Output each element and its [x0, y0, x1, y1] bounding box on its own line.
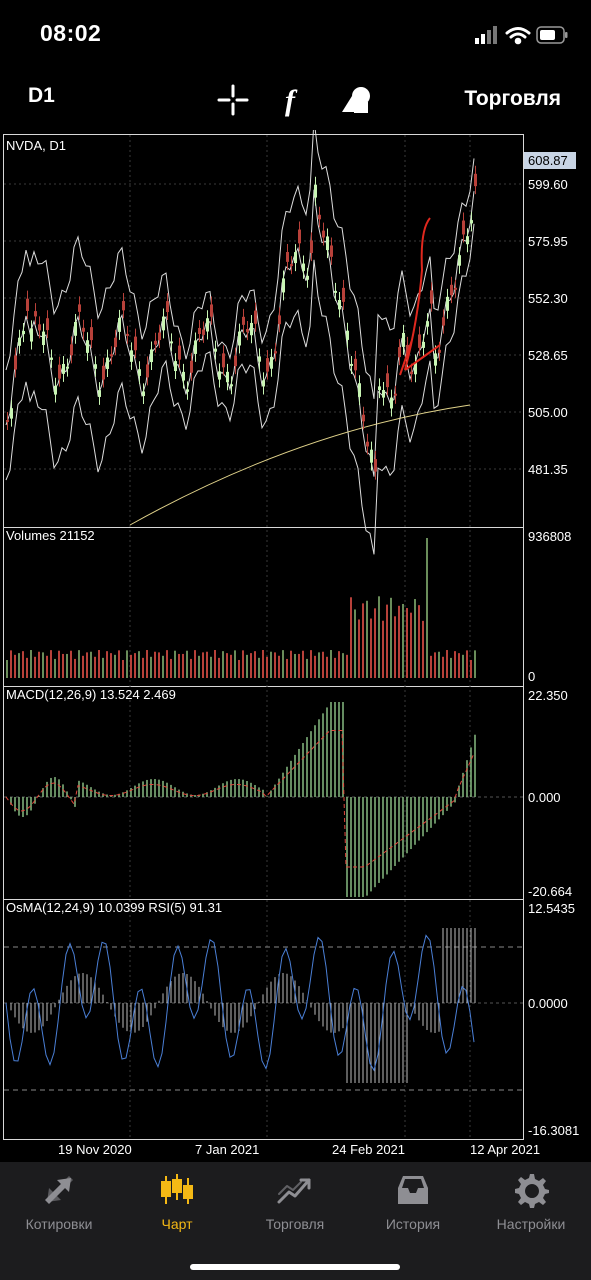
osma-bottom-label: -16.3081: [528, 1123, 579, 1138]
nav-trade[interactable]: Торговля: [236, 1170, 354, 1240]
price-tick: 481.35: [528, 462, 568, 477]
chart-area[interactable]: NVDA, D1 Volumes 21152 MACD(12,26,9) 13.…: [0, 119, 591, 1162]
volume-max-label: 936808: [528, 529, 571, 544]
price-panel: [5, 119, 477, 555]
nav-history[interactable]: История: [354, 1170, 472, 1240]
trade-icon: [277, 1178, 311, 1204]
nav-label: Котировки: [25, 1216, 93, 1232]
price-panel-title: NVDA, D1: [6, 138, 66, 153]
nav-label: История: [385, 1216, 441, 1232]
price-tick: 552.30: [528, 291, 568, 306]
osma-panel-title: OsMA(12,24,9) 10.0399 RSI(5) 91.31: [6, 900, 222, 915]
price-tick: 599.60: [528, 177, 568, 192]
time-tick: 24 Feb 2021: [332, 1142, 405, 1157]
status-icons: [429, 24, 569, 48]
time-tick: 19 Nov 2020: [58, 1142, 132, 1157]
volume-min-label: 0: [528, 669, 535, 684]
macd-zero-label: 0.000: [528, 790, 561, 805]
status-bar: 08:02: [0, 0, 591, 70]
price-tick: 505.00: [528, 405, 568, 420]
nav-settings[interactable]: Настройки: [472, 1170, 590, 1240]
macd-axis: 22.350 0.000 -20.664: [528, 688, 572, 899]
chart-grid: [4, 135, 523, 1139]
home-indicator: [190, 1264, 400, 1270]
volume-axis: 936808 0: [528, 529, 571, 684]
time-axis: 19 Nov 2020 7 Jan 2021 24 Feb 2021 12 Ap…: [58, 1142, 540, 1157]
nav-label: Торговля: [265, 1216, 325, 1232]
battery-icon: [536, 26, 568, 44]
osma-axis: 12.5435 0.0000 -16.3081: [528, 901, 579, 1138]
macd-top-label: 22.350: [528, 688, 568, 703]
nav-label: Настройки: [496, 1216, 566, 1232]
time-tick: 12 Apr 2021: [470, 1142, 540, 1157]
status-time: 08:02: [40, 20, 102, 46]
price-tick: 528.65: [528, 348, 568, 363]
panel-frames: [3, 134, 524, 1140]
price-tick: 575.95: [528, 234, 568, 249]
nav-quotes[interactable]: Котировки: [0, 1170, 118, 1240]
macd-panel-title: MACD(12,26,9) 13.524 2.469: [6, 687, 176, 702]
nav-label: Чарт: [161, 1216, 193, 1232]
macd-panel: [4, 702, 523, 897]
chart-toolbar: D1 f Торговля: [0, 70, 591, 130]
current-price-label: 608.87: [528, 153, 568, 168]
price-axis: 608.87 599.60 575.95 552.30 528.65 505.0…: [524, 152, 576, 477]
quotes-icon: [45, 1176, 73, 1204]
wifi-icon: [505, 27, 531, 45]
indicators-icon[interactable]: f: [277, 82, 313, 118]
bottom-nav: Котировки Чарт Торговля История Настройк…: [0, 1162, 591, 1280]
volume-panel-title: Volumes 21152: [6, 528, 95, 543]
chart-icon: [161, 1174, 193, 1204]
osma-panel: [4, 928, 523, 1091]
osma-top-label: 12.5435: [528, 901, 575, 916]
objects-icon[interactable]: [338, 82, 374, 118]
macd-bottom-label: -20.664: [528, 884, 572, 899]
chart-canvas[interactable]: NVDA, D1 Volumes 21152 MACD(12,26,9) 13.…: [0, 119, 591, 1162]
nav-chart[interactable]: Чарт: [118, 1170, 236, 1240]
history-icon: [398, 1176, 428, 1204]
settings-icon: [515, 1174, 549, 1208]
time-tick: 7 Jan 2021: [195, 1142, 259, 1157]
svg-text:f: f: [285, 84, 298, 117]
signal-icon: [475, 26, 497, 44]
crosshair-icon[interactable]: [215, 82, 251, 118]
trade-button[interactable]: Торговля: [464, 87, 561, 111]
osma-zero-label: 0.0000: [528, 996, 568, 1011]
timeframe-button[interactable]: D1: [28, 84, 55, 108]
